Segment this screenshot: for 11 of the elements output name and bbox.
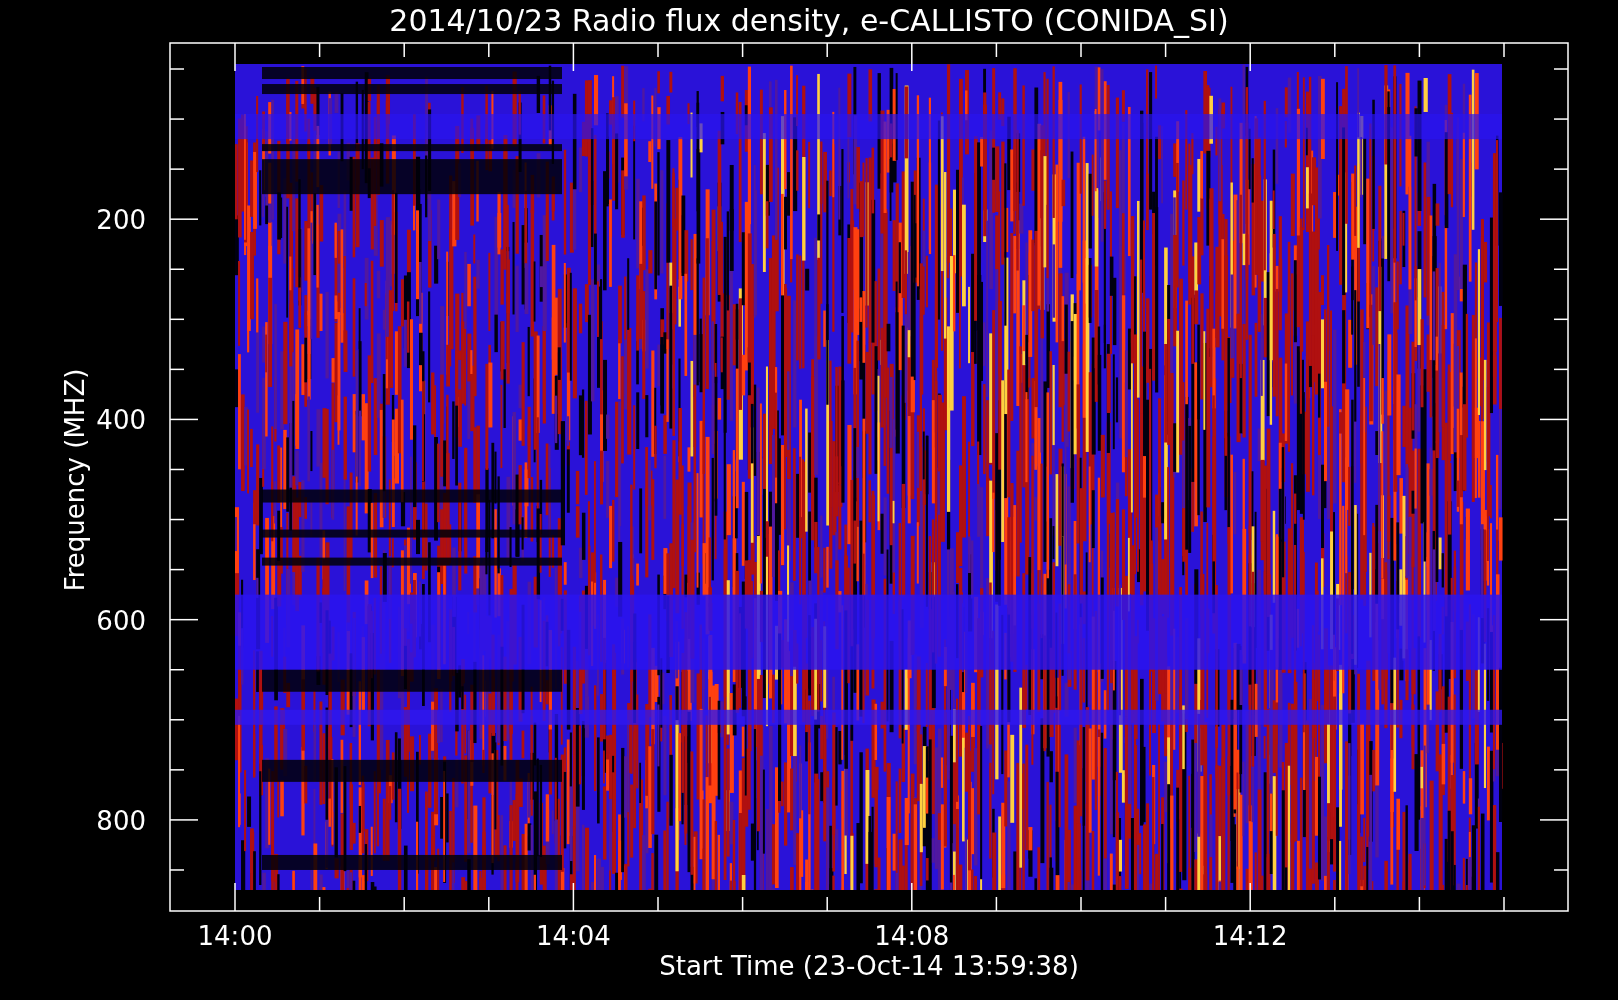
- x-tick-label: 14:08: [874, 921, 950, 951]
- y-tick-label: 200: [96, 205, 146, 236]
- x-tick-label: 14:04: [535, 921, 611, 951]
- y-tick-label: 400: [96, 405, 146, 436]
- y-axis-label: Frequency (MHZ): [60, 368, 90, 592]
- x-tick-label: 14:12: [1212, 921, 1288, 951]
- x-tick-label: 14:00: [197, 921, 273, 951]
- x-axis-label: Start Time (23-Oct-14 13:59:38): [659, 951, 1079, 981]
- plot-title: 2014/10/23 Radio flux density, e-CALLISTO (CONIDA_SI): [389, 3, 1229, 38]
- y-tick-label: 600: [96, 605, 146, 636]
- y-tick-label: 800: [96, 805, 146, 836]
